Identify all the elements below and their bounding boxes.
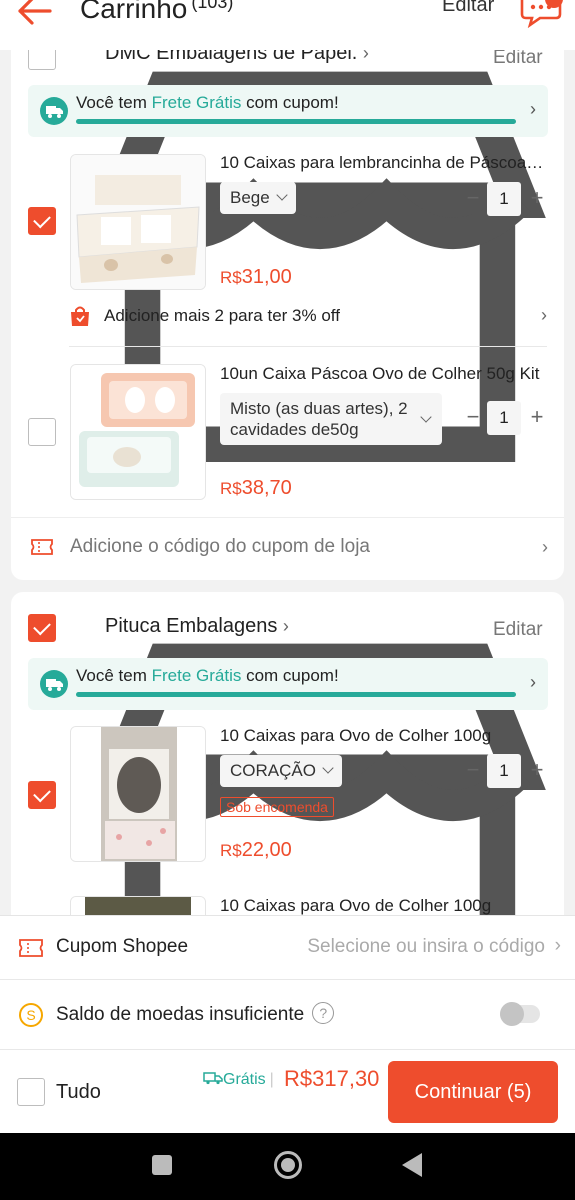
free-shipping-progress xyxy=(76,692,516,697)
arrow-left-icon[interactable] xyxy=(14,0,54,28)
shopee-coupon-input[interactable]: Selecione ou insira o código xyxy=(307,936,545,958)
coin-icon: S xyxy=(19,1003,43,1027)
page-title: Carrinho (103) xyxy=(80,0,233,25)
chevron-down-icon xyxy=(322,762,334,774)
shop-edit-button[interactable]: Editar xyxy=(493,619,543,641)
item-checkbox[interactable] xyxy=(28,418,56,446)
item-checkbox[interactable] xyxy=(28,207,56,235)
variant-selector[interactable]: Misto (as duas artes), 2 cavidades de50g xyxy=(220,393,442,445)
ticket-icon xyxy=(31,539,53,555)
top-bar: Carrinho (103) Editar xyxy=(0,0,575,50)
qty-decrease-button[interactable]: − xyxy=(463,757,483,783)
truck-icon xyxy=(40,97,68,125)
chevron-down-icon xyxy=(420,411,432,423)
free-shipping-text: Você tem Frete Grátis com cupom! xyxy=(76,666,339,685)
qty-decrease-button[interactable]: − xyxy=(463,404,483,430)
svg-text:S: S xyxy=(26,1007,35,1023)
home-icon[interactable] xyxy=(274,1151,302,1179)
preorder-badge: Sob encomenda xyxy=(220,797,334,817)
quantity-stepper: − 1 + xyxy=(463,401,547,435)
shop-card-pituca: Pituca Embalagens › Editar Você tem Fret… xyxy=(11,592,564,1035)
qty-increase-button[interactable]: + xyxy=(527,757,547,783)
product-image[interactable] xyxy=(70,726,206,862)
product-price: R$31,00 xyxy=(220,266,292,288)
free-shipping-banner[interactable]: Você tem Frete Grátis com cupom! › xyxy=(28,658,548,710)
chevron-right-icon: › xyxy=(541,305,547,325)
qty-value[interactable]: 1 xyxy=(487,401,521,435)
chevron-right-icon: › xyxy=(530,672,536,692)
coins-row: S Saldo de moedas insuficiente? xyxy=(0,980,575,1050)
product-image[interactable] xyxy=(70,154,206,290)
divider xyxy=(69,346,547,347)
chevron-right-icon: › xyxy=(530,99,536,119)
free-shipping-indicator: Grátis | xyxy=(203,1071,278,1089)
toggle-knob xyxy=(500,1002,524,1026)
coins-toggle[interactable] xyxy=(500,1002,540,1026)
variant-selector[interactable]: Bege xyxy=(220,182,296,214)
shop-coupon-text: Adicione o código do cupom de loja xyxy=(70,536,370,557)
free-shipping-text: Você tem Frete Grátis com cupom! xyxy=(76,93,339,112)
system-nav-bar xyxy=(0,1133,575,1200)
quantity-stepper: − 1 + xyxy=(463,182,547,216)
free-shipping-progress xyxy=(76,119,516,124)
shop-checkbox[interactable] xyxy=(28,614,56,642)
cart-total: R$317,30 xyxy=(284,1066,380,1091)
shop-card-dmc: DMC Embalagens de Papel. › Editar Você t… xyxy=(11,20,564,580)
quantity-stepper: − 1 + xyxy=(463,754,547,788)
back-icon[interactable] xyxy=(402,1153,422,1177)
chevron-down-icon xyxy=(276,189,288,201)
help-icon[interactable]: ? xyxy=(312,1002,335,1024)
chevron-right-icon: › xyxy=(282,616,289,636)
checkout-panel: Cupom Shopee Selecione ou insira o códig… xyxy=(0,915,575,1133)
recent-apps-icon[interactable] xyxy=(152,1155,172,1175)
variant-selector[interactable]: CORAÇÃO xyxy=(220,755,342,787)
shopee-coupon-label: Cupom Shopee xyxy=(56,936,189,957)
product-image[interactable] xyxy=(70,364,206,500)
truck-icon xyxy=(203,1072,223,1085)
chevron-right-icon: › xyxy=(554,935,561,956)
shopping-bag-icon xyxy=(71,306,89,326)
product-title[interactable]: 10un Caixa Páscoa Ovo de Colher 50g Kit xyxy=(220,364,545,384)
shop-name[interactable]: Pituca Embalagens › xyxy=(105,615,289,638)
ticket-icon xyxy=(19,939,43,957)
shopee-coupon-row[interactable]: Cupom Shopee Selecione ou insira o códig… xyxy=(0,916,575,980)
qty-increase-button[interactable]: + xyxy=(527,404,547,430)
qty-increase-button[interactable]: + xyxy=(527,185,547,211)
shop-edit-button[interactable]: Editar xyxy=(493,47,543,69)
cart-count: (103) xyxy=(191,0,234,12)
shop-coupon-row[interactable]: Adicione o código do cupom de loja › xyxy=(11,517,564,577)
checkout-button[interactable]: Continuar (5) xyxy=(388,1061,558,1123)
product-title[interactable]: 10 Caixas para lembrancinha de Páscoa de… xyxy=(220,153,545,173)
item-checkbox[interactable] xyxy=(28,781,56,809)
qty-value[interactable]: 1 xyxy=(487,754,521,788)
truck-icon xyxy=(40,670,68,698)
bundle-promo[interactable]: Adicione mais 2 para ter 3% off › xyxy=(69,299,547,335)
edit-cart-button[interactable]: Editar xyxy=(442,0,494,17)
product-title[interactable]: 10 Caixas para Ovo de Colher 100g xyxy=(220,726,545,746)
select-all-label[interactable]: Tudo xyxy=(56,1081,101,1104)
chevron-right-icon: › xyxy=(542,537,548,557)
select-all-checkbox[interactable] xyxy=(17,1078,45,1106)
coins-label: Saldo de moedas insuficiente? xyxy=(56,1002,335,1026)
promo-text: Adicione mais 2 para ter 3% off xyxy=(104,306,340,325)
checkout-bar: Tudo Grátis | R$317,30 Continuar (5) xyxy=(0,1050,575,1134)
qty-decrease-button[interactable]: − xyxy=(463,185,483,211)
qty-value[interactable]: 1 xyxy=(487,182,521,216)
free-shipping-banner[interactable]: Você tem Frete Grátis com cupom! › xyxy=(28,85,548,137)
product-title[interactable]: 10 Caixas para Ovo de Colher 100g xyxy=(220,896,545,916)
product-price: R$38,70 xyxy=(220,477,292,499)
product-price: R$22,00 xyxy=(220,839,292,861)
